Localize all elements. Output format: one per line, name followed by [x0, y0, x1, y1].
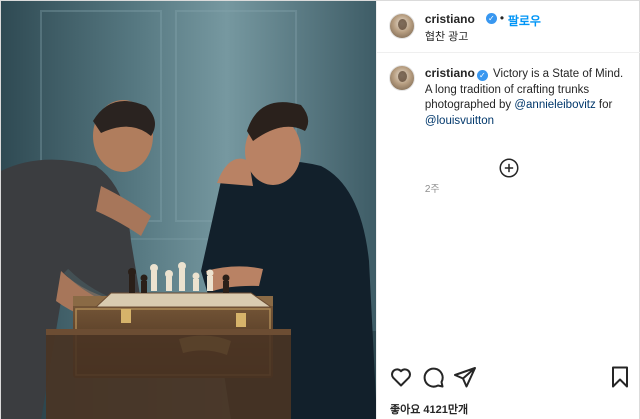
caption-connector: for: [598, 99, 613, 111]
instagram-post: cristiano ✓ • 팔로우 협찬 광고 cristiano ✓ Victo…: [0, 0, 640, 419]
caption-verified-badge-icon: ✓: [476, 70, 488, 81]
comment-icon[interactable]: [421, 365, 445, 389]
post-photo[interactable]: [1, 1, 376, 419]
heart-icon[interactable]: [389, 365, 413, 389]
username-link[interactable]: cristiano: [425, 12, 475, 26]
avatar[interactable]: [388, 13, 415, 39]
caption-text: cristiano ✓ Victory is a State of Mind. A…: [425, 66, 629, 129]
follow-button[interactable]: 팔로우: [508, 12, 541, 29]
separator-dot: •: [499, 11, 505, 25]
mention-louisvuitton[interactable]: @louisvuitton: [425, 115, 494, 127]
mention-annieleibovitz[interactable]: @annieleibovitz: [514, 99, 595, 111]
plus-circle-icon[interactable]: [499, 158, 519, 178]
post-header: cristiano ✓ • 팔로우 협찬 광고: [376, 1, 640, 53]
chess-photo-illustration: [1, 1, 376, 419]
verified-badge-icon: ✓: [485, 13, 497, 24]
bookmark-icon[interactable]: [608, 365, 632, 389]
post-sidebar: cristiano ✓ • 팔로우 협찬 광고 cristiano ✓ Victo…: [375, 1, 640, 419]
sponsored-label[interactable]: 협찬 광고: [425, 28, 469, 44]
caption-avatar[interactable]: [388, 65, 415, 91]
action-bar: [377, 365, 640, 391]
caption-username-link[interactable]: cristiano: [425, 66, 475, 80]
post-timestamp[interactable]: 2주: [425, 180, 440, 195]
share-icon[interactable]: [453, 365, 477, 389]
likes-count[interactable]: 좋아요 4121만개: [390, 401, 468, 417]
